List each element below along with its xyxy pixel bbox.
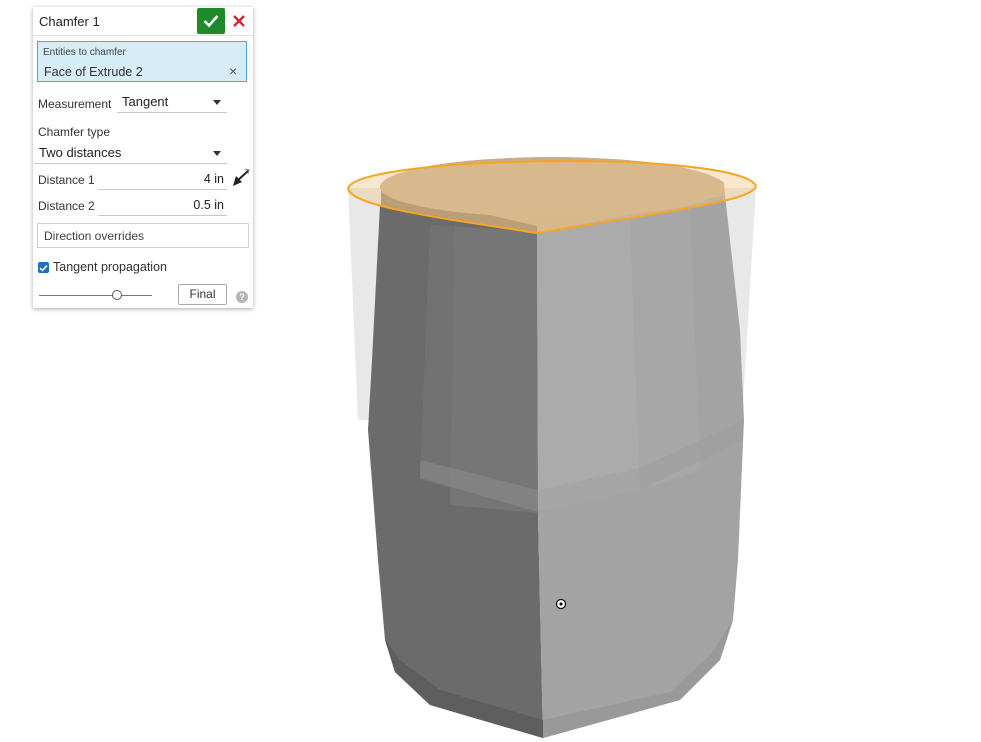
- cancel-button[interactable]: [230, 11, 248, 31]
- distance1-value: 4 in: [203, 172, 224, 186]
- tangent-propagation-label: Tangent propagation: [53, 260, 167, 274]
- cursor-target-icon: [555, 598, 567, 610]
- chamfer-type-value: Two distances: [39, 145, 122, 160]
- help-icon[interactable]: ?: [236, 291, 248, 303]
- measurement-value: Tangent: [122, 94, 169, 109]
- flip-direction-arrow-icon[interactable]: [230, 167, 252, 189]
- direction-overrides-label: Direction overrides: [44, 229, 145, 243]
- tessellation-slider-track[interactable]: [39, 295, 152, 296]
- distance2-label: Distance 2: [38, 199, 95, 213]
- direction-overrides-field[interactable]: Direction overrides: [37, 223, 249, 248]
- distance2-input[interactable]: 0.5 in: [98, 197, 227, 216]
- clear-selection-icon[interactable]: ×: [229, 64, 237, 78]
- title-divider: [33, 35, 253, 36]
- chevron-down-icon: [213, 100, 221, 105]
- chamfer-type-select[interactable]: Two distances: [34, 144, 227, 164]
- chevron-down-icon: [213, 151, 221, 156]
- chamfer-feature-dialog: Chamfer 1 Entities to chamfer Face of Ex…: [33, 7, 253, 308]
- confirm-button[interactable]: [197, 8, 225, 34]
- measurement-select[interactable]: Tangent: [117, 93, 227, 113]
- close-icon: [233, 15, 245, 27]
- solid-body[interactable]: [368, 157, 744, 738]
- final-button[interactable]: Final: [178, 284, 227, 305]
- check-icon: [203, 15, 219, 28]
- distance2-value: 0.5 in: [193, 198, 224, 212]
- entities-label: Entities to chamfer: [43, 47, 126, 58]
- measurement-label: Measurement: [38, 97, 112, 111]
- chamfer-type-label: Chamfer type: [38, 125, 111, 139]
- entities-value: Face of Extrude 2: [44, 65, 143, 79]
- distance1-input[interactable]: 4 in: [98, 171, 227, 190]
- dialog-title: Chamfer 1: [39, 14, 100, 29]
- tessellation-slider-thumb[interactable]: [112, 290, 122, 300]
- distance1-label: Distance 1: [38, 173, 95, 187]
- tangent-propagation-checkbox[interactable]: [38, 262, 49, 273]
- entities-to-chamfer-field[interactable]: Entities to chamfer Face of Extrude 2 ×: [37, 41, 247, 82]
- check-icon: [39, 264, 48, 272]
